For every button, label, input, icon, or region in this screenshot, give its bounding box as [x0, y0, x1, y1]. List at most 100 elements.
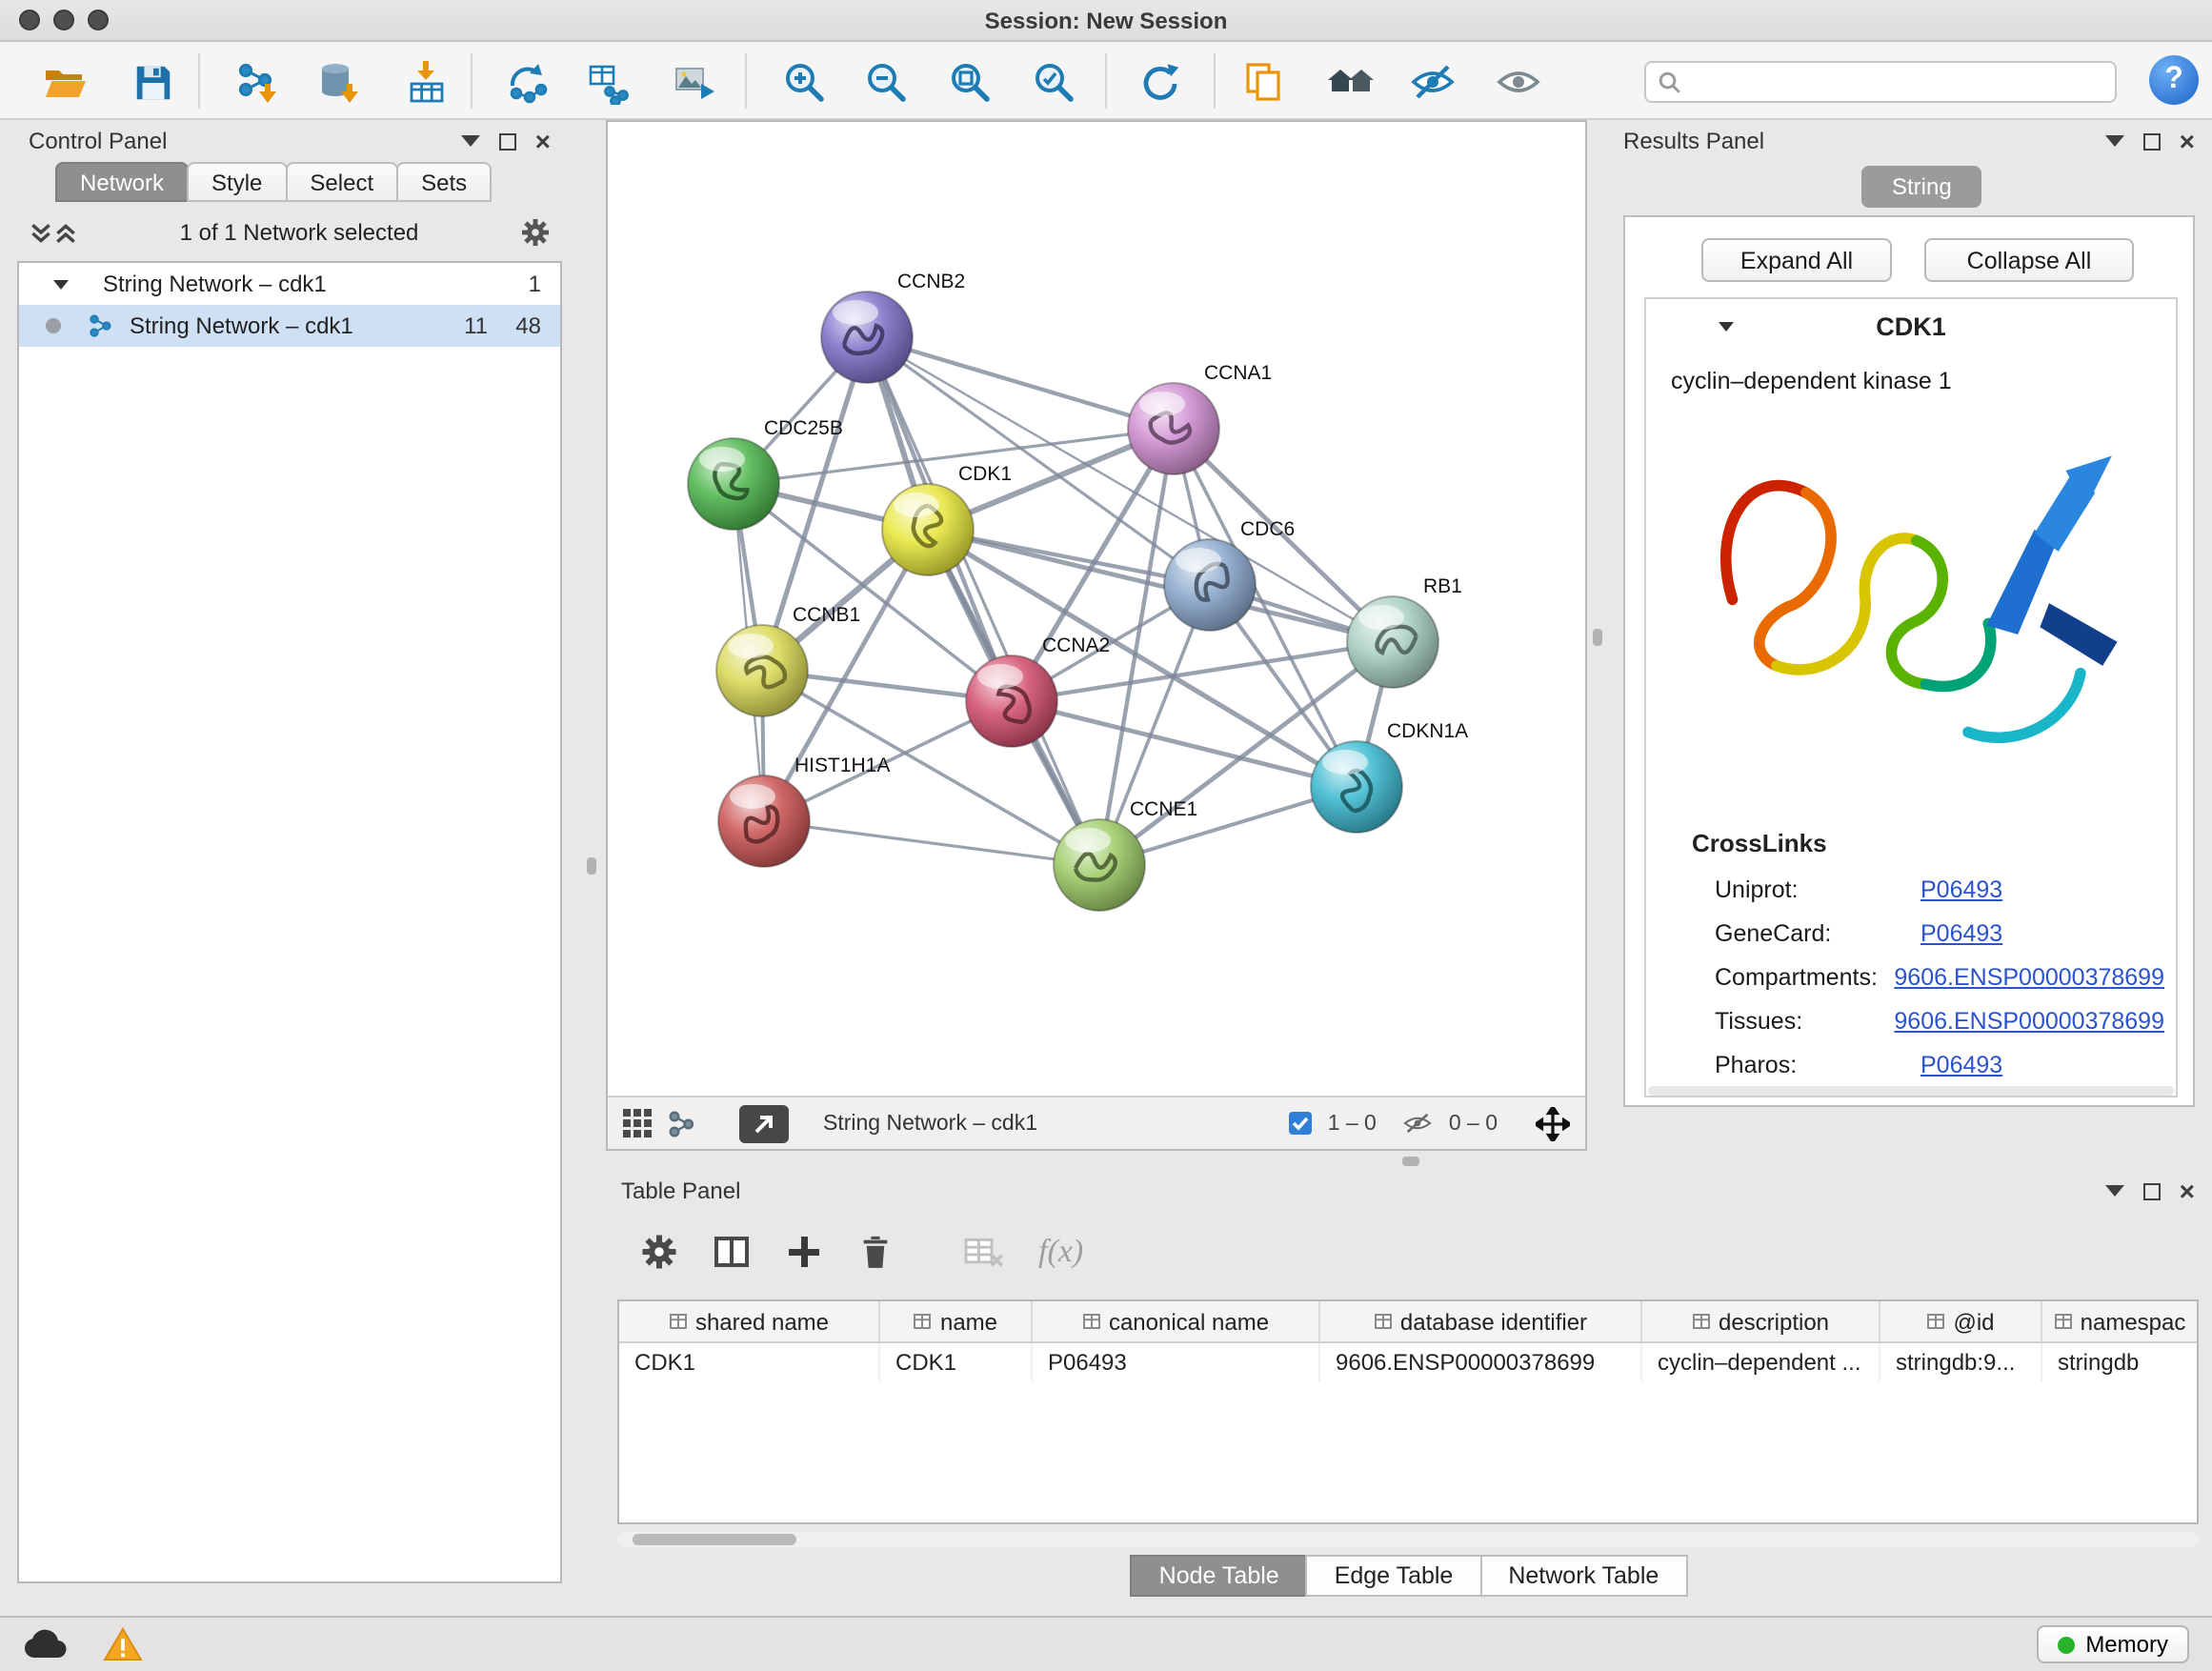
open-in-window-button[interactable]	[739, 1104, 789, 1142]
network-merge-button[interactable]	[499, 53, 556, 111]
tab-select[interactable]: Select	[285, 162, 398, 202]
expand-all-networks-button[interactable]	[53, 220, 78, 245]
network-node-rb1[interactable]: RB1	[1347, 575, 1462, 688]
panel-undock-button[interactable]	[2143, 1182, 2161, 1199]
tree-expander-icon[interactable]	[53, 279, 69, 289]
crosslink-label: Compartments:	[1715, 964, 1894, 998]
collapse-all-networks-button[interactable]	[29, 220, 53, 245]
show-graphics-details-button[interactable]	[1490, 53, 1547, 111]
tab-node-table[interactable]: Node Table	[1131, 1555, 1308, 1597]
cybrowser-home-button[interactable]	[1322, 53, 1379, 111]
hidden-toggle[interactable]	[1403, 1111, 1434, 1136]
column-header[interactable]: shared name	[619, 1301, 880, 1341]
compartments-link[interactable]: 9606.ENSP00000378699	[1894, 964, 2164, 998]
network-node-ccnb1[interactable]: CCNB1	[716, 604, 860, 716]
network-from-table-button[interactable]	[579, 53, 636, 111]
help-button[interactable]: ?	[2149, 55, 2199, 105]
scrollbar-thumb[interactable]	[633, 1534, 796, 1545]
column-header[interactable]: database identifier	[1320, 1301, 1642, 1341]
import-table-button[interactable]	[398, 53, 455, 111]
network-edge[interactable]	[867, 337, 1174, 429]
panel-undock-button[interactable]	[2143, 132, 2161, 150]
network-node-ccna1[interactable]: CCNA1	[1128, 362, 1272, 474]
panel-undock-button[interactable]	[499, 132, 516, 150]
tab-network-table[interactable]: Network Table	[1479, 1555, 1687, 1597]
column-header[interactable]: @id	[1880, 1301, 2042, 1341]
import-network-file-button[interactable]	[229, 53, 286, 111]
selected-checkbox[interactable]	[1288, 1111, 1313, 1136]
tab-style[interactable]: Style	[187, 162, 287, 202]
panel-float-button[interactable]	[461, 135, 480, 147]
collapse-all-button[interactable]: Collapse All	[1924, 238, 2134, 282]
node-label: HIST1H1A	[794, 755, 890, 776]
splitter-handle[interactable]	[1402, 1157, 1419, 1166]
gene-section-header[interactable]: CDK1	[1646, 299, 2176, 352]
network-edge[interactable]	[764, 821, 1099, 865]
open-session-button[interactable]	[36, 53, 93, 111]
refresh-view-button[interactable]	[1132, 53, 1189, 111]
column-header[interactable]: name	[880, 1301, 1033, 1341]
network-canvas[interactable]: CCNB2CCNA1CDC25BCDK1CDC6RB1CCNB1CCNA2CDK…	[608, 122, 1585, 1096]
network-node-ccnb2[interactable]: CCNB2	[821, 271, 965, 383]
section-expander-icon[interactable]	[1719, 322, 1734, 332]
maximize-window-button[interactable]	[88, 10, 109, 30]
column-header[interactable]: namespac	[2042, 1301, 2197, 1341]
table-horizontal-scrollbar[interactable]	[617, 1532, 2199, 1547]
delete-column-button[interactable]	[857, 1233, 894, 1271]
show-columns-button[interactable]	[713, 1233, 751, 1271]
cloud-status-button[interactable]	[23, 1628, 69, 1661]
panel-float-button[interactable]	[2105, 135, 2124, 147]
network-node-cdk1[interactable]: CDK1	[882, 463, 1012, 575]
pharos-link[interactable]: P06493	[1920, 1052, 2002, 1086]
network-node-hist1h1a[interactable]: HIST1H1A	[718, 755, 890, 867]
network-options-button[interactable]	[520, 217, 551, 248]
copy-document-button[interactable]	[1235, 53, 1292, 111]
tissues-link[interactable]: 9606.ENSP00000378699	[1894, 1008, 2164, 1042]
column-header[interactable]: description	[1642, 1301, 1880, 1341]
add-column-button[interactable]	[785, 1233, 823, 1271]
panel-close-button[interactable]: ×	[535, 131, 551, 151]
string-results-tab[interactable]: String	[1861, 166, 1982, 208]
results-scrollbar[interactable]	[1648, 1086, 2174, 1096]
network-collection-row[interactable]: String Network – cdk1 1	[19, 263, 560, 305]
column-header[interactable]: canonical name	[1033, 1301, 1320, 1341]
network-edge[interactable]	[867, 337, 1099, 865]
zoom-out-button[interactable]	[857, 53, 915, 111]
genecard-link[interactable]: P06493	[1920, 920, 2002, 955]
warnings-button[interactable]	[103, 1627, 143, 1661]
minimize-window-button[interactable]	[53, 10, 74, 30]
splitter-handle[interactable]	[1593, 629, 1602, 646]
function-builder-button[interactable]: f(x)	[1038, 1233, 1083, 1271]
network-overview-button[interactable]	[667, 1108, 697, 1138]
birds-eye-view-button[interactable]	[623, 1109, 652, 1137]
table-options-button[interactable]	[640, 1233, 678, 1271]
close-window-button[interactable]	[19, 10, 40, 30]
clear-table-button[interactable]	[962, 1235, 1004, 1269]
save-session-button[interactable]	[124, 53, 181, 111]
expand-all-button[interactable]: Expand All	[1701, 238, 1892, 282]
network-node-cdkn1a[interactable]: CDKN1A	[1311, 720, 1468, 833]
memory-button[interactable]: Memory	[2036, 1625, 2189, 1663]
tab-sets[interactable]: Sets	[396, 162, 492, 202]
move-crosshair-icon	[1536, 1106, 1570, 1140]
zoom-in-button[interactable]	[775, 53, 833, 111]
table-network-icon	[585, 59, 631, 105]
search-input[interactable]	[1690, 69, 2103, 95]
splitter-handle[interactable]	[587, 857, 596, 875]
tab-network[interactable]: Network	[55, 162, 189, 202]
export-image-button[interactable]	[665, 53, 722, 111]
crosslink-row: GeneCard: P06493	[1715, 920, 2164, 955]
table-row[interactable]: CDK1 CDK1 P06493 9606.ENSP00000378699 cy…	[619, 1343, 2197, 1381]
panel-float-button[interactable]	[2105, 1185, 2124, 1197]
panel-close-button[interactable]: ×	[2180, 1181, 2195, 1200]
zoom-fit-button[interactable]	[941, 53, 998, 111]
uniprot-link[interactable]: P06493	[1920, 876, 2002, 911]
import-network-database-button[interactable]	[311, 53, 368, 111]
hide-graphics-details-button[interactable]	[1404, 53, 1461, 111]
network-row[interactable]: String Network – cdk1 11 48	[19, 305, 560, 347]
panel-close-button[interactable]: ×	[2180, 131, 2195, 151]
pan-mode-button[interactable]	[1536, 1106, 1570, 1140]
zoom-selected-button[interactable]	[1025, 53, 1082, 111]
network-edge[interactable]	[928, 530, 1393, 642]
tab-edge-table[interactable]: Edge Table	[1306, 1555, 1482, 1597]
